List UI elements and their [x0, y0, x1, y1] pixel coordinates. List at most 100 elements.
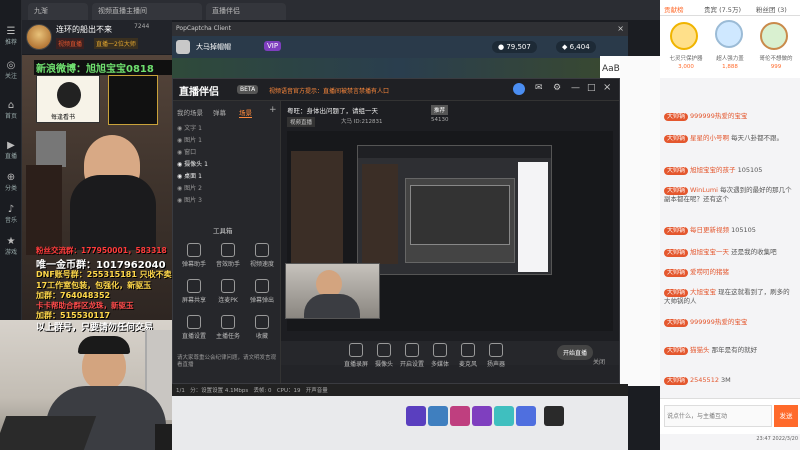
status-frames: 丢帧: 0 [253, 388, 272, 394]
close-icon[interactable]: × [617, 24, 624, 33]
browser-tab[interactable]: 视频直播主播间 [92, 3, 202, 20]
browser-tab[interactable]: 直播伴侣 [206, 3, 286, 20]
start-live-button[interactable]: 开始直播 [557, 345, 594, 360]
rail-item-category[interactable]: ⊕ 分类 [2, 172, 20, 192]
chat-user[interactable]: 星星的小号啊 [690, 134, 729, 142]
rail-item-music[interactable]: ♪ 音乐 [2, 204, 20, 224]
send-button[interactable]: 发送 [774, 405, 798, 427]
skill-slot[interactable] [450, 406, 470, 426]
skill-slot[interactable] [494, 406, 514, 426]
chat-input[interactable] [664, 405, 772, 427]
chat-message: 大帅锅 星星的小号啊 每天八卦都不跟。 [664, 134, 796, 143]
browser-tab[interactable]: 九渐 [28, 3, 88, 20]
tool-pk[interactable]: 连麦PK [215, 279, 241, 304]
overlay-group: 加群：515530117 [36, 311, 111, 320]
add-scene-icon[interactable]: + [269, 105, 277, 115]
tool-favorite[interactable]: 收藏 [249, 315, 275, 340]
tab-fanclub[interactable]: 粉丝团 (3) [756, 4, 787, 14]
avatar[interactable] [26, 24, 52, 50]
settings-icon[interactable]: ⚙ [553, 83, 561, 93]
tool-sound[interactable]: 音效助手 [215, 243, 241, 268]
chat-user[interactable]: 旭旭宝宝的孩子 [690, 166, 736, 174]
camera-button[interactable]: 摄像头 [371, 343, 397, 368]
chat-message: 大帅锅 999999热爱的宝宝 [664, 318, 796, 327]
user-level-badge: 大帅锅 [664, 377, 689, 385]
gifter-avatar[interactable] [670, 22, 698, 50]
status-fps: 1/1 [176, 388, 185, 394]
chat-text: 那年是有的就好 [711, 346, 758, 354]
chat-user[interactable]: 猫猫头 [690, 346, 710, 354]
nav-danmu[interactable]: 弹幕 [213, 107, 226, 117]
notice-text[interactable]: 视频语音官方提示：直播间被禁言禁播有人口 [269, 86, 389, 95]
rail-item-recommend[interactable]: ☰ 推荐 [2, 26, 20, 46]
close-link[interactable]: 关闭 [593, 357, 605, 366]
skill-slot[interactable] [544, 406, 564, 426]
tool-label: 音效助手 [215, 261, 240, 268]
rail-item-game[interactable]: ★ 游戏 [2, 236, 20, 256]
source-item[interactable]: ◉ 图片 1 [177, 135, 277, 147]
nested-header [358, 146, 551, 158]
chat-input-area: 发送 [660, 398, 800, 434]
source-item[interactable]: ◉ 摄像头 1 [177, 159, 277, 171]
category-select[interactable]: 视频直播 [287, 117, 316, 127]
nested-preview-inner [405, 178, 515, 263]
mic-button[interactable]: 麦克风 [455, 343, 481, 368]
speed-icon [255, 243, 269, 257]
chat-user[interactable]: 大旭宝宝 [690, 288, 716, 296]
settings-button[interactable]: 开启设置 [399, 343, 425, 368]
tool-danmu-pop[interactable]: 弹幕弹出 [249, 279, 275, 304]
user-avatar-icon[interactable] [513, 83, 525, 95]
tab-contribution[interactable]: 贡献榜 [664, 4, 684, 14]
maximize-icon[interactable]: □ [587, 83, 596, 93]
skill-slot[interactable] [406, 406, 426, 426]
tool-label: 连麦PK [218, 297, 238, 304]
record-button[interactable]: 直播录屏 [343, 343, 369, 368]
media-button[interactable]: 多媒体 [427, 343, 453, 368]
chat-text: 3M [721, 376, 731, 384]
chat-message: 大帅锅 每日更新视频 105105 [664, 226, 796, 235]
chat-user[interactable]: 旭旭宝宝一天 [690, 248, 729, 256]
streamer-name: 连环的船出不来 [56, 25, 112, 34]
tool-live-settings[interactable]: 直播设置 [181, 315, 207, 340]
skill-slot[interactable] [516, 406, 536, 426]
message-icon[interactable]: ✉ [535, 83, 543, 93]
stream-video[interactable]: 新浪微博：旭旭宝宝0818 每逢看书 粉丝交流群：177950001，58331… [22, 55, 172, 320]
nav-scene-active[interactable]: 场景 [239, 107, 252, 118]
speaker-button[interactable]: 扬声器 [483, 343, 509, 368]
rail-item-home[interactable]: ⌂ 首页 [2, 100, 20, 120]
tool-screen-share[interactable]: 屏幕共享 [181, 279, 207, 304]
chat-user[interactable]: WinLumi [690, 186, 718, 194]
tool-tasks[interactable]: 主播任务 [215, 315, 241, 340]
source-item[interactable]: ◉ 桌面 1 [177, 171, 277, 183]
chat-user[interactable]: 999999热爱的宝宝 [690, 112, 747, 120]
minimize-icon[interactable]: — [571, 83, 580, 93]
chat-user[interactable]: 每日更新视频 [690, 226, 729, 234]
tag-badge[interactable]: 推荐 [431, 105, 449, 115]
close-icon[interactable]: × [603, 82, 611, 93]
tool-label: 弹幕助手 [181, 261, 206, 268]
tool-label: 开启设置 [399, 361, 424, 368]
viewer-count: 54130 [431, 117, 449, 123]
source-item[interactable]: ◉ 图片 2 [177, 183, 277, 195]
source-item[interactable]: ◉ 窗口 [177, 147, 277, 159]
nav-my-scenes[interactable]: 我的场景 [177, 107, 203, 117]
source-item[interactable]: ◉ 图片 3 [177, 195, 277, 207]
tab-vip[interactable]: 贵宾 (7.5万) [704, 4, 741, 14]
tool-danmu-helper[interactable]: 弹幕助手 [181, 243, 207, 268]
chat-user[interactable]: 爱唠叨的猪猪 [690, 268, 729, 276]
rail-item-follow[interactable]: ◎ 关注 [2, 60, 20, 80]
gifter-avatar[interactable] [715, 20, 743, 48]
broadcast-title[interactable]: 粤旺：身体出问题了，请组一天 [287, 105, 378, 115]
source-item[interactable]: ◉ 文字 1 [177, 123, 277, 135]
sound-icon [221, 243, 235, 257]
chat-user[interactable]: 2545512 [690, 376, 719, 384]
chat-user[interactable]: 999999热爱的宝宝 [690, 318, 747, 326]
mic-icon [461, 343, 475, 357]
gifter-name: 超人强力盖 [716, 56, 744, 62]
gifter-avatar[interactable] [760, 22, 788, 50]
skill-slot[interactable] [428, 406, 448, 426]
beta-badge: BETA [237, 85, 259, 94]
rail-item-live[interactable]: ▶ 直播 [2, 140, 20, 160]
tool-video-speed[interactable]: 视频速度 [249, 243, 275, 268]
skill-slot[interactable] [472, 406, 492, 426]
